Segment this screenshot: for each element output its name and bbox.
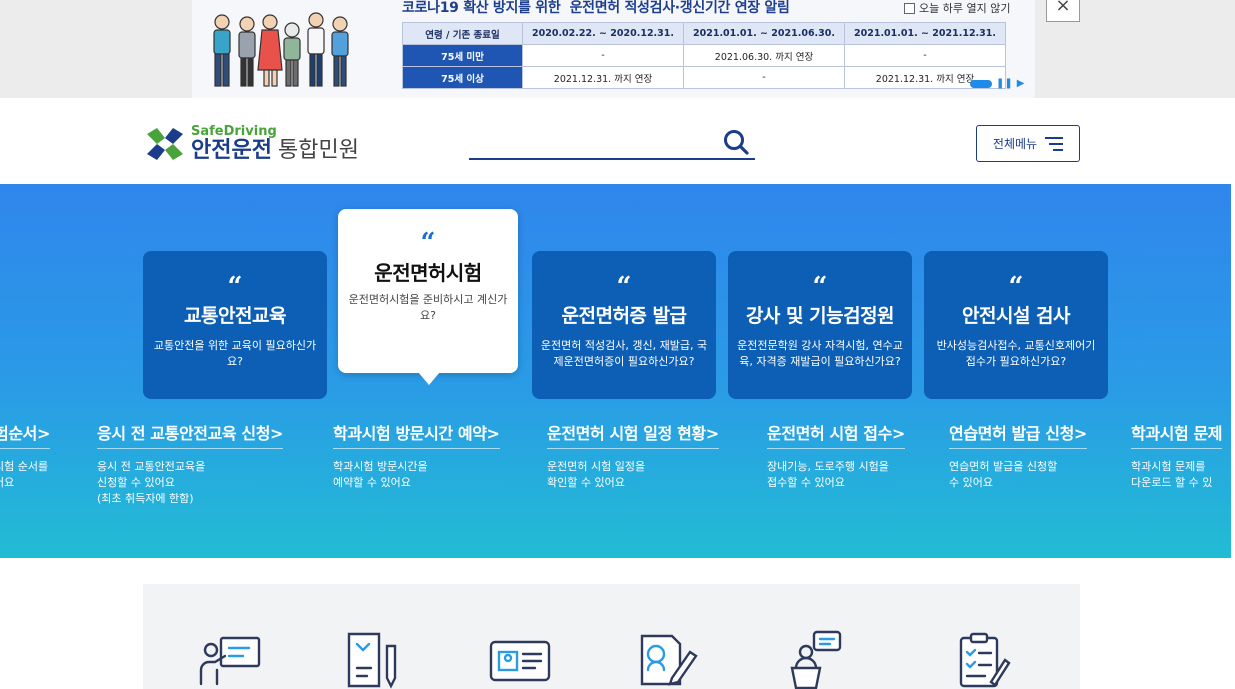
logo-subtitle: SafeDriving <box>191 123 277 139</box>
link-desc: 응시 전 교통안전교육을 신청할 수 있어요 (최초 취득자에 한함) <box>97 460 206 505</box>
document-pen-icon[interactable] <box>343 630 409 689</box>
speech-tail-icon <box>418 372 440 385</box>
card-title: 운전면허시험 <box>374 261 482 285</box>
hamburger-icon <box>1045 136 1064 151</box>
people-illustration-icon <box>192 0 392 98</box>
site-logo[interactable]: SafeDriving 안전운전 통합민원 <box>143 124 359 164</box>
card-license-issuance[interactable]: “ 운전면허증 발급 운전면허 적성검사, 갱신, 재발급, 국제운전면허증이 … <box>532 251 716 399</box>
card-license-exam[interactable]: “ 운전면허시험 운전면허시험을 준비하시고 계신가요? <box>338 209 518 385</box>
card-title: 안전시설 검사 <box>962 305 1071 327</box>
presentation-teacher-icon[interactable] <box>197 630 263 689</box>
link-title: 학과시험 문제 <box>1131 420 1222 449</box>
link-title: 운전면허 시험 접수> <box>767 420 905 449</box>
clover-logo-icon <box>147 128 183 160</box>
play-icon[interactable]: ▶ <box>1017 78 1025 89</box>
quote-icon: “ <box>227 272 243 302</box>
table-cell: 2021.12.31. 까지 연장 <box>522 66 684 89</box>
table-header-cell: 연령 / 기존 종료일 <box>402 22 523 45</box>
link-desc: 학과시험 문제를 다운로드 할 수 있 <box>1131 460 1213 489</box>
link-desc: 시험 순서를 어요 <box>0 460 49 489</box>
card-desc: 교통안전을 위한 교육이 필요하신가요? <box>153 339 317 368</box>
link-title: 학과시험 방문시간 예약> <box>333 420 500 449</box>
no-show-today-checkbox[interactable]: 오늘 하루 열지 않기 <box>904 0 1010 16</box>
extension-table: 연령 / 기존 종료일 2020.02.22. ~ 2020.12.31. 20… <box>402 22 1006 89</box>
slide-indicator[interactable] <box>970 79 992 88</box>
pause-icon[interactable]: ❚❚ <box>996 78 1013 89</box>
link-exam-order[interactable]: 험순서> 시험 순서를 어요 <box>0 420 50 491</box>
card-title: 운전면허증 발급 <box>561 305 687 327</box>
quote-icon: “ <box>420 228 436 258</box>
checkbox-icon[interactable] <box>904 2 915 14</box>
card-desc: 운전면허시험을 준비하시고 계신가요? <box>348 293 508 322</box>
link-desc: 장내기능, 도로주행 시험을 접수할 수 있어요 <box>767 460 889 489</box>
services-strip <box>143 584 1080 689</box>
search-input[interactable] <box>469 158 755 160</box>
table-row-header: 75세 미만 <box>402 44 523 67</box>
search-icon[interactable] <box>722 128 750 156</box>
card-title: 교통안전교육 <box>184 305 286 327</box>
table-row: 75세 이상 2021.12.31. 까지 연장 - 2021.12.31. 까… <box>402 66 1006 89</box>
profile-signature-icon[interactable] <box>632 630 698 689</box>
logo-title: 안전운전 <box>191 137 272 163</box>
card-safety-facility[interactable]: “ 안전시설 검사 반사성능검사접수, 교통신호제어기 접수가 필요하신가요? <box>924 251 1108 399</box>
link-title: 응시 전 교통안전교육 신청> <box>97 420 283 449</box>
table-header-cell: 2020.02.22. ~ 2020.12.31. <box>522 22 684 45</box>
quote-icon: “ <box>1008 272 1024 302</box>
table-header-cell: 2021.01.01. ~ 2021.12.31. <box>844 22 1006 45</box>
link-written-exam-reservation[interactable]: 학과시험 방문시간 예약> 학과시험 방문시간을 예약할 수 있어요 <box>333 420 500 491</box>
table-row: 75세 미만 - 2021.06.30. 까지 연장 - <box>402 44 1006 67</box>
card-title: 강사 및 기능검정원 <box>745 305 895 327</box>
slide-controls: ❚❚ ▶ <box>970 78 1024 89</box>
table-cell: - <box>844 44 1006 67</box>
full-menu-button[interactable]: 전체메뉴 <box>976 125 1080 162</box>
link-desc: 연습면허 발급을 신청할 수 있어요 <box>949 460 1058 489</box>
link-desc: 운전면허 시험 일정을 확인할 수 있어요 <box>547 460 646 489</box>
full-menu-label: 전체메뉴 <box>992 137 1038 151</box>
table-cell: - <box>683 66 845 89</box>
link-pre-exam-education[interactable]: 응시 전 교통안전교육 신청> 응시 전 교통안전교육을 신청할 수 있어요 (… <box>97 420 283 507</box>
close-banner-button[interactable]: × <box>1046 0 1080 22</box>
speaker-podium-icon[interactable] <box>778 630 844 689</box>
link-title: 운전면허 시험 일정 현황> <box>547 420 719 449</box>
table-cell: 2021.06.30. 까지 연장 <box>683 44 845 67</box>
no-show-today-label: 오늘 하루 열지 않기 <box>919 2 1011 15</box>
card-desc: 반사성능검사접수, 교통신호제어기 접수가 필요하신가요? <box>936 339 1096 368</box>
id-card-icon[interactable] <box>487 630 553 689</box>
link-title: 험순서> <box>0 420 50 449</box>
link-learner-permit[interactable]: 연습면허 발급 신청> 연습면허 발급을 신청할 수 있어요 <box>949 420 1087 491</box>
quote-icon: “ <box>616 272 632 302</box>
card-instructor-examiner[interactable]: “ 강사 및 기능검정원 운전전문학원 강사 자격시험, 연수교육, 자격증 재… <box>728 251 912 399</box>
table-row-header: 75세 이상 <box>402 66 523 89</box>
card-desc: 운전전문학원 강사 자격시험, 연수교육, 자격증 재발급이 필요하신가요? <box>737 339 903 368</box>
banner-title: 코로나19 확산 방지를 위한 운전면허 적성검사·갱신기간 연장 알림 <box>402 0 790 16</box>
quote-icon: “ <box>812 272 828 302</box>
table-header-cell: 2021.01.01. ~ 2021.06.30. <box>683 22 845 45</box>
link-title: 연습면허 발급 신청> <box>949 420 1087 449</box>
card-traffic-education[interactable]: “ 교통안전교육 교통안전을 위한 교육이 필요하신가요? <box>143 251 327 399</box>
link-written-exam-questions[interactable]: 학과시험 문제 학과시험 문제를 다운로드 할 수 있 <box>1131 420 1222 491</box>
logo-title-light: 통합민원 <box>277 137 359 163</box>
card-desc: 운전면허 적성검사, 갱신, 재발급, 국제운전면허증이 필요하신가요? <box>540 339 708 368</box>
table-cell: - <box>522 44 684 67</box>
link-exam-schedule[interactable]: 운전면허 시험 일정 현황> 운전면허 시험 일정을 확인할 수 있어요 <box>547 420 719 491</box>
link-desc: 학과시험 방문시간을 예약할 수 있어요 <box>333 460 428 489</box>
clipboard-checklist-icon[interactable] <box>955 630 1021 689</box>
link-exam-application[interactable]: 운전면허 시험 접수> 장내기능, 도로주행 시험을 접수할 수 있어요 <box>767 420 905 491</box>
